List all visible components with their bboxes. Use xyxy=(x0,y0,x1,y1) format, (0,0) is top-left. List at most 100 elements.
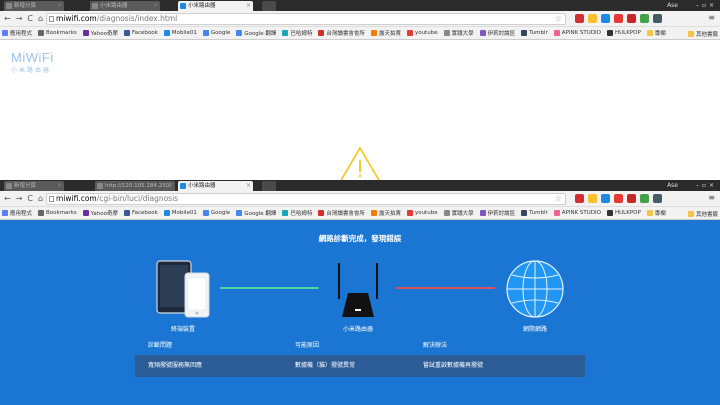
bookmark-item[interactable]: APINK STUDIO xyxy=(553,30,601,36)
omnibox[interactable]: miwifi.com/diagnosis/index.html ☆ xyxy=(46,13,566,25)
bookmark-item[interactable]: APINK STUDIO xyxy=(553,210,601,216)
bookmark-label: APINK STUDIO xyxy=(561,210,601,216)
bookmark-item[interactable]: Tumblr xyxy=(521,30,548,36)
adblock-icon[interactable] xyxy=(575,14,584,23)
bookmark-item[interactable]: 實踐大學 xyxy=(443,29,474,37)
bookmark-item[interactable]: 伊莉討論區 xyxy=(479,29,515,37)
bookmark-item[interactable]: 專欄 xyxy=(646,29,666,37)
bookmark-icon xyxy=(521,210,528,216)
bookmark-icon xyxy=(553,210,560,216)
bookmark-item[interactable]: 露天拍賣 xyxy=(370,209,401,217)
bookmark-icon xyxy=(38,30,45,36)
star-icon[interactable]: ☆ xyxy=(555,14,562,24)
bookmark-item[interactable]: 伊莉討論區 xyxy=(479,209,515,217)
other-bookmarks[interactable]: 其他書籤 xyxy=(687,30,718,38)
extension-icon[interactable] xyxy=(588,14,597,23)
tab-new-tab[interactable]: 新增分頁 × xyxy=(4,181,64,191)
profile-name[interactable]: Ase xyxy=(667,181,678,190)
extension-icon[interactable] xyxy=(588,194,597,203)
close-icon[interactable]: × xyxy=(246,1,251,11)
bookmarks-bar: 應用程式 Bookmarks Yahoo奇摩 Facebook Mobile01 Goog… xyxy=(0,207,720,220)
extension-icon[interactable] xyxy=(640,14,649,23)
extension-icon[interactable] xyxy=(627,194,636,203)
bookmark-label: 其他書籤 xyxy=(695,32,718,38)
extension-icon[interactable] xyxy=(640,194,649,203)
window-controls[interactable]: –▫× xyxy=(696,181,717,190)
bookmark-item[interactable]: 台灣讀書會會所 xyxy=(318,209,365,217)
bookmark-item[interactable]: Facebook xyxy=(123,210,158,216)
bookmark-item[interactable]: 巴哈姆特 xyxy=(282,209,312,217)
menu-icon[interactable]: ≡ xyxy=(708,193,715,202)
window-controls[interactable]: –▫× xyxy=(696,1,717,10)
omnibox[interactable]: miwifi.com/cgi-bin/luci/diagnosis ☆ xyxy=(46,193,566,205)
router-icon xyxy=(338,263,378,317)
bookmark-label: HULKPOP xyxy=(615,30,641,36)
tab-router-active[interactable]: 小米路由器 × xyxy=(178,1,253,11)
bookmark-label: Mobile01 xyxy=(171,30,197,36)
bookmark-label: Google 翻譯 xyxy=(244,211,277,217)
tab-ip-address[interactable]: http://120.105.184.250/ × xyxy=(95,181,175,191)
bookmark-item[interactable]: 應用程式 xyxy=(2,29,32,37)
bookmark-item[interactable]: Mobile01 xyxy=(163,30,197,36)
tab-favicon xyxy=(97,183,103,189)
bookmark-icon xyxy=(282,30,289,36)
bookmark-item[interactable]: 應用程式 xyxy=(2,209,32,217)
close-icon[interactable]: × xyxy=(246,181,251,191)
bookmark-item[interactable]: Yahoo奇摩 xyxy=(82,209,118,217)
link-status-error xyxy=(396,287,495,289)
bookmark-item[interactable]: Google xyxy=(202,210,230,216)
nav-buttons[interactable]: ←→C⌂ xyxy=(4,14,48,23)
profile-name[interactable]: Ase xyxy=(667,1,678,10)
tab-router[interactable]: 小米路由器 × xyxy=(90,1,160,11)
bookmark-item[interactable]: 專欄 xyxy=(646,209,666,217)
tab-new-tab[interactable]: 新增分頁 × xyxy=(4,1,64,11)
close-icon[interactable]: × xyxy=(153,1,158,11)
new-tab-button[interactable] xyxy=(262,181,276,191)
star-icon[interactable]: ☆ xyxy=(555,194,562,204)
extension-icon[interactable] xyxy=(614,14,623,23)
new-tab-button[interactable] xyxy=(262,1,276,11)
bookmark-item[interactable]: Google 翻譯 xyxy=(236,209,276,217)
extension-icon[interactable] xyxy=(653,194,662,203)
bookmark-item[interactable]: HULKPOP xyxy=(607,210,641,216)
menu-icon[interactable]: ≡ xyxy=(708,13,715,22)
adblock-icon[interactable] xyxy=(575,194,584,203)
bookmark-item[interactable]: Mobile01 xyxy=(163,210,197,216)
bookmark-item[interactable]: HULKPOP xyxy=(607,30,641,36)
bookmark-icon xyxy=(443,210,450,216)
bookmark-item[interactable]: 巴哈姆特 xyxy=(282,29,312,37)
bookmark-label: 應用程式 xyxy=(10,211,33,217)
bookmark-item[interactable]: youtube xyxy=(406,30,438,36)
bookmark-icon xyxy=(406,30,413,36)
bookmark-label: APINK STUDIO xyxy=(561,30,601,36)
bookmark-item[interactable]: Bookmarks xyxy=(38,30,77,36)
nav-buttons[interactable]: ←→C⌂ xyxy=(4,194,48,203)
close-icon[interactable]: × xyxy=(57,181,62,191)
close-icon[interactable]: × xyxy=(168,181,173,191)
url-domain: miwifi.com xyxy=(56,194,97,203)
other-bookmarks[interactable]: 其他書籤 xyxy=(687,210,718,218)
bookmark-item[interactable]: Facebook xyxy=(123,30,158,36)
bookmark-item[interactable]: 台灣讀書會會所 xyxy=(318,29,365,37)
bookmark-item[interactable]: Tumblr xyxy=(521,210,548,216)
bookmark-label: Bookmarks xyxy=(46,30,77,36)
bookmark-item[interactable]: Google xyxy=(202,30,230,36)
extension-icon[interactable] xyxy=(653,14,662,23)
bookmark-icon xyxy=(406,210,413,216)
logo-text: MiWiFi xyxy=(11,50,54,65)
logo-subtitle: 小米路由器 xyxy=(11,67,52,74)
bookmark-label: 實踐大學 xyxy=(451,211,474,217)
extension-icon[interactable] xyxy=(601,194,610,203)
extension-icon[interactable] xyxy=(627,14,636,23)
bookmark-item[interactable]: Bookmarks xyxy=(38,210,77,216)
tab-router-active[interactable]: 小米路由器 × xyxy=(178,181,253,191)
bookmark-item[interactable]: 實踐大學 xyxy=(443,209,474,217)
extension-icon[interactable] xyxy=(601,14,610,23)
tab-favicon xyxy=(180,183,186,189)
bookmark-item[interactable]: Google 翻譯 xyxy=(236,29,276,37)
bookmark-item[interactable]: youtube xyxy=(406,210,438,216)
extension-icon[interactable] xyxy=(614,194,623,203)
bookmark-item[interactable]: 露天拍賣 xyxy=(370,29,401,37)
close-icon[interactable]: × xyxy=(57,1,62,11)
bookmark-item[interactable]: Yahoo奇摩 xyxy=(82,29,118,37)
